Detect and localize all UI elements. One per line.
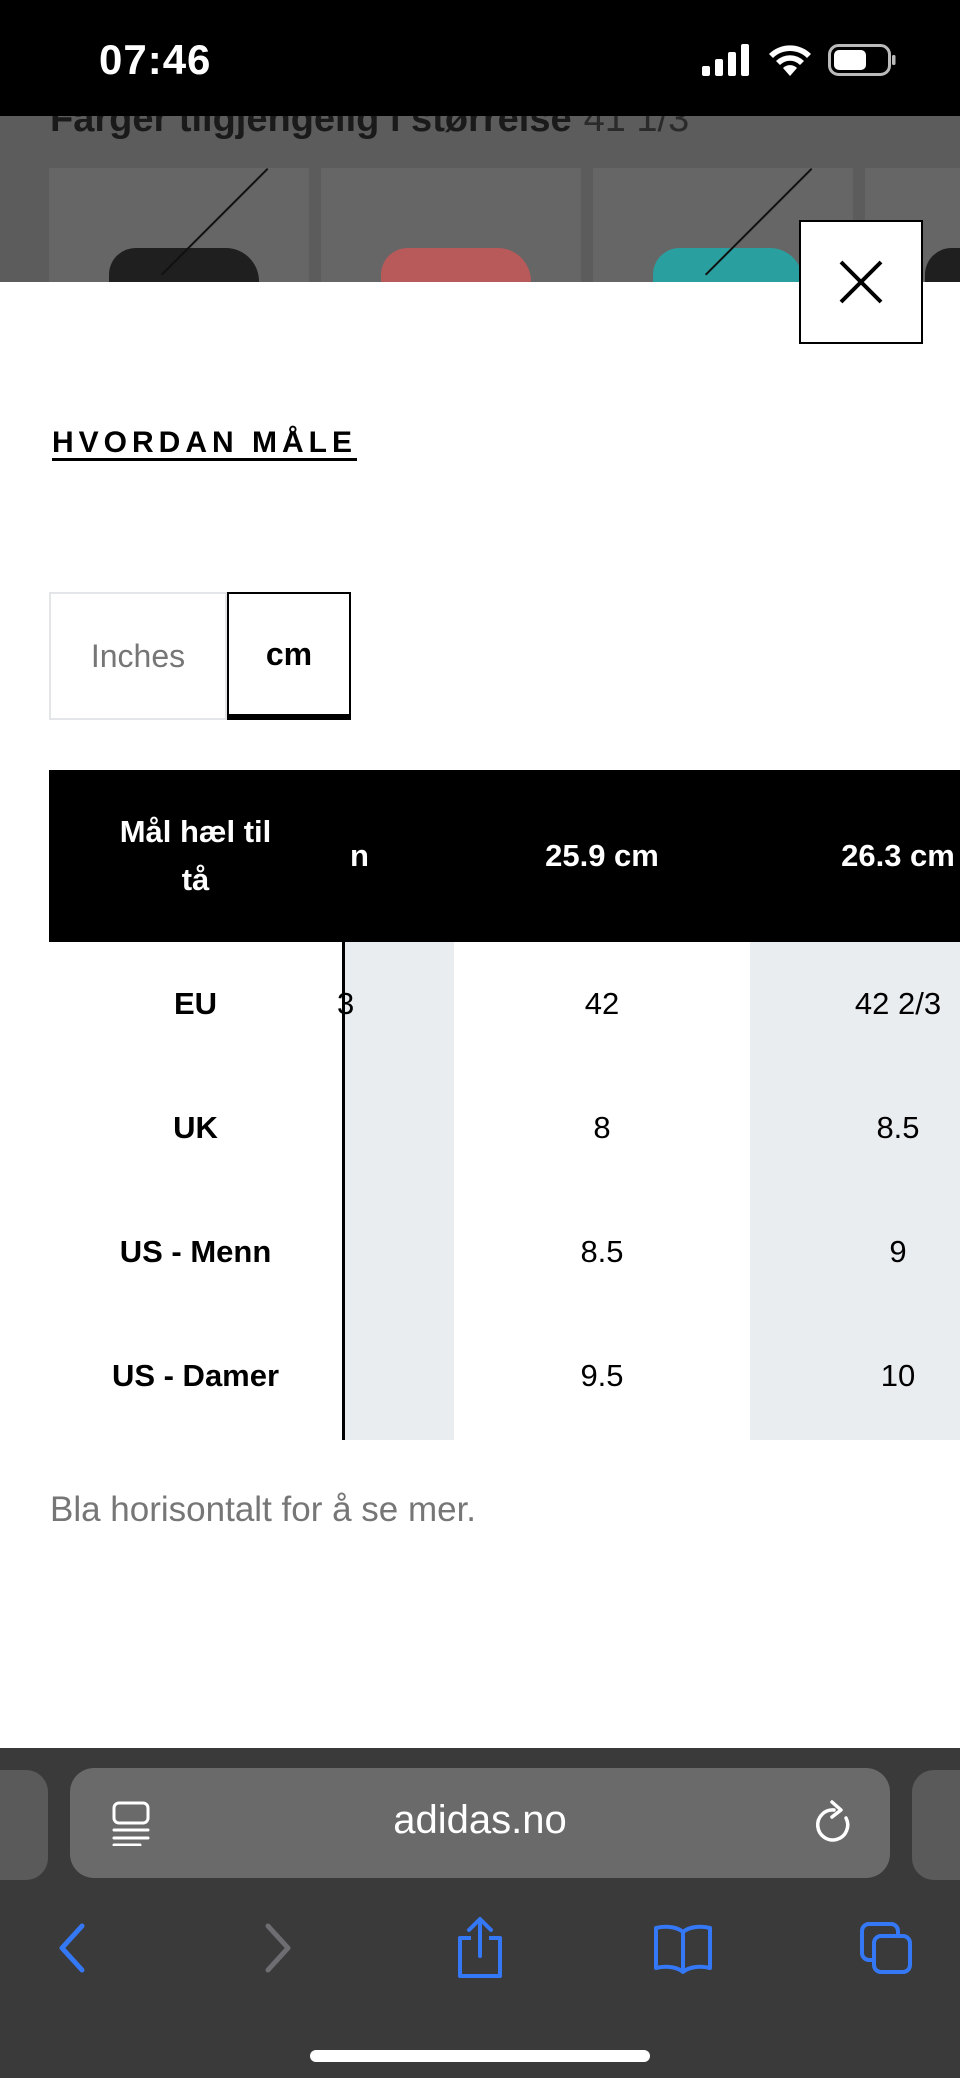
cell-uk-25-9: 8 <box>593 1110 611 1145</box>
size-table[interactable]: Mål hæl til tå n 25.9 cm 26.3 cm EU 3 42… <box>49 770 960 1440</box>
how-to-measure-link[interactable]: HVORDAN MÅLE <box>52 426 357 460</box>
header-col-partial-text: n <box>350 838 369 873</box>
sticky-column-divider <box>342 942 345 1440</box>
chevron-left-icon <box>59 1923 85 1973</box>
previous-tab-pill[interactable] <box>0 1770 48 1880</box>
status-icons <box>702 44 896 76</box>
browser-toolbar <box>0 1908 960 2008</box>
tabs-button[interactable] <box>846 1908 926 1988</box>
size-guide-modal: HVORDAN MÅLE Inches cm Mål hæl til tå n … <box>0 220 960 1748</box>
unit-toggle: Inches cm <box>49 592 351 720</box>
row-label-uk: UK <box>173 1110 218 1145</box>
color-swatch-black[interactable] <box>49 168 309 282</box>
close-icon <box>839 260 883 304</box>
address-bar[interactable]: adidas.no <box>70 1768 890 1878</box>
signal-icon <box>702 44 749 76</box>
color-swatch-red[interactable] <box>321 168 581 282</box>
unit-cm-button[interactable]: cm <box>227 592 351 720</box>
close-button[interactable] <box>799 220 923 344</box>
cell-eu-25-9: 42 <box>584 986 620 1021</box>
cell-us-men-26-3: 9 <box>889 1234 907 1269</box>
colors-heading-text: Farger tilgjengelig i størrelse <box>50 116 572 140</box>
status-bar: 07:46 <box>0 0 960 116</box>
row-label-us-men: US - Menn <box>119 1234 272 1269</box>
browser-bottom-bar: adidas.no <box>0 1748 960 2078</box>
size-table-header: Mål hæl til tå n 25.9 cm 26.3 cm <box>49 770 960 942</box>
chevron-right-icon <box>265 1923 291 1973</box>
header-label: Mål hæl til tå <box>119 814 272 897</box>
cell-us-women-25-9: 9.5 <box>580 1358 624 1393</box>
book-icon <box>654 1924 712 1974</box>
next-tab-pill[interactable] <box>912 1770 960 1880</box>
home-indicator <box>310 2050 650 2062</box>
colors-heading: Farger tilgjengelig i størrelse 41 1/3 <box>50 116 689 141</box>
cell-eu-26-3: 42 2/3 <box>854 986 942 1021</box>
unit-inches-button[interactable]: Inches <box>49 592 227 720</box>
share-icon <box>458 1917 502 1978</box>
scroll-hint: Bla horisontalt for å se mer. <box>50 1490 477 1529</box>
status-time: 07:46 <box>99 36 212 83</box>
forward-button[interactable] <box>238 1908 318 1988</box>
row-label-eu: EU <box>173 986 218 1021</box>
tabs-icon <box>860 1922 912 1974</box>
bookmarks-button[interactable] <box>643 1908 723 1988</box>
back-button[interactable] <box>32 1908 112 1988</box>
column-shade <box>342 942 454 1440</box>
url-text: adidas.no <box>393 1798 567 1842</box>
reload-icon[interactable] <box>812 1798 856 1846</box>
shoe-image <box>381 248 531 282</box>
cell-us-women-26-3: 10 <box>880 1358 916 1393</box>
cell-uk-26-3: 8.5 <box>876 1110 920 1145</box>
battery-icon <box>828 44 896 76</box>
share-button[interactable] <box>440 1908 520 1988</box>
header-col-26-3: 26.3 cm <box>841 838 955 873</box>
colors-heading-size: 41 1/3 <box>583 116 690 140</box>
cell-us-men-25-9: 8.5 <box>580 1234 624 1269</box>
wifi-icon <box>769 45 811 76</box>
header-col-25-9: 25.9 cm <box>545 838 659 873</box>
cell-partial: 3 <box>337 986 355 1021</box>
shoe-image <box>925 248 960 282</box>
row-label-us-women: US - Damer <box>111 1358 280 1393</box>
